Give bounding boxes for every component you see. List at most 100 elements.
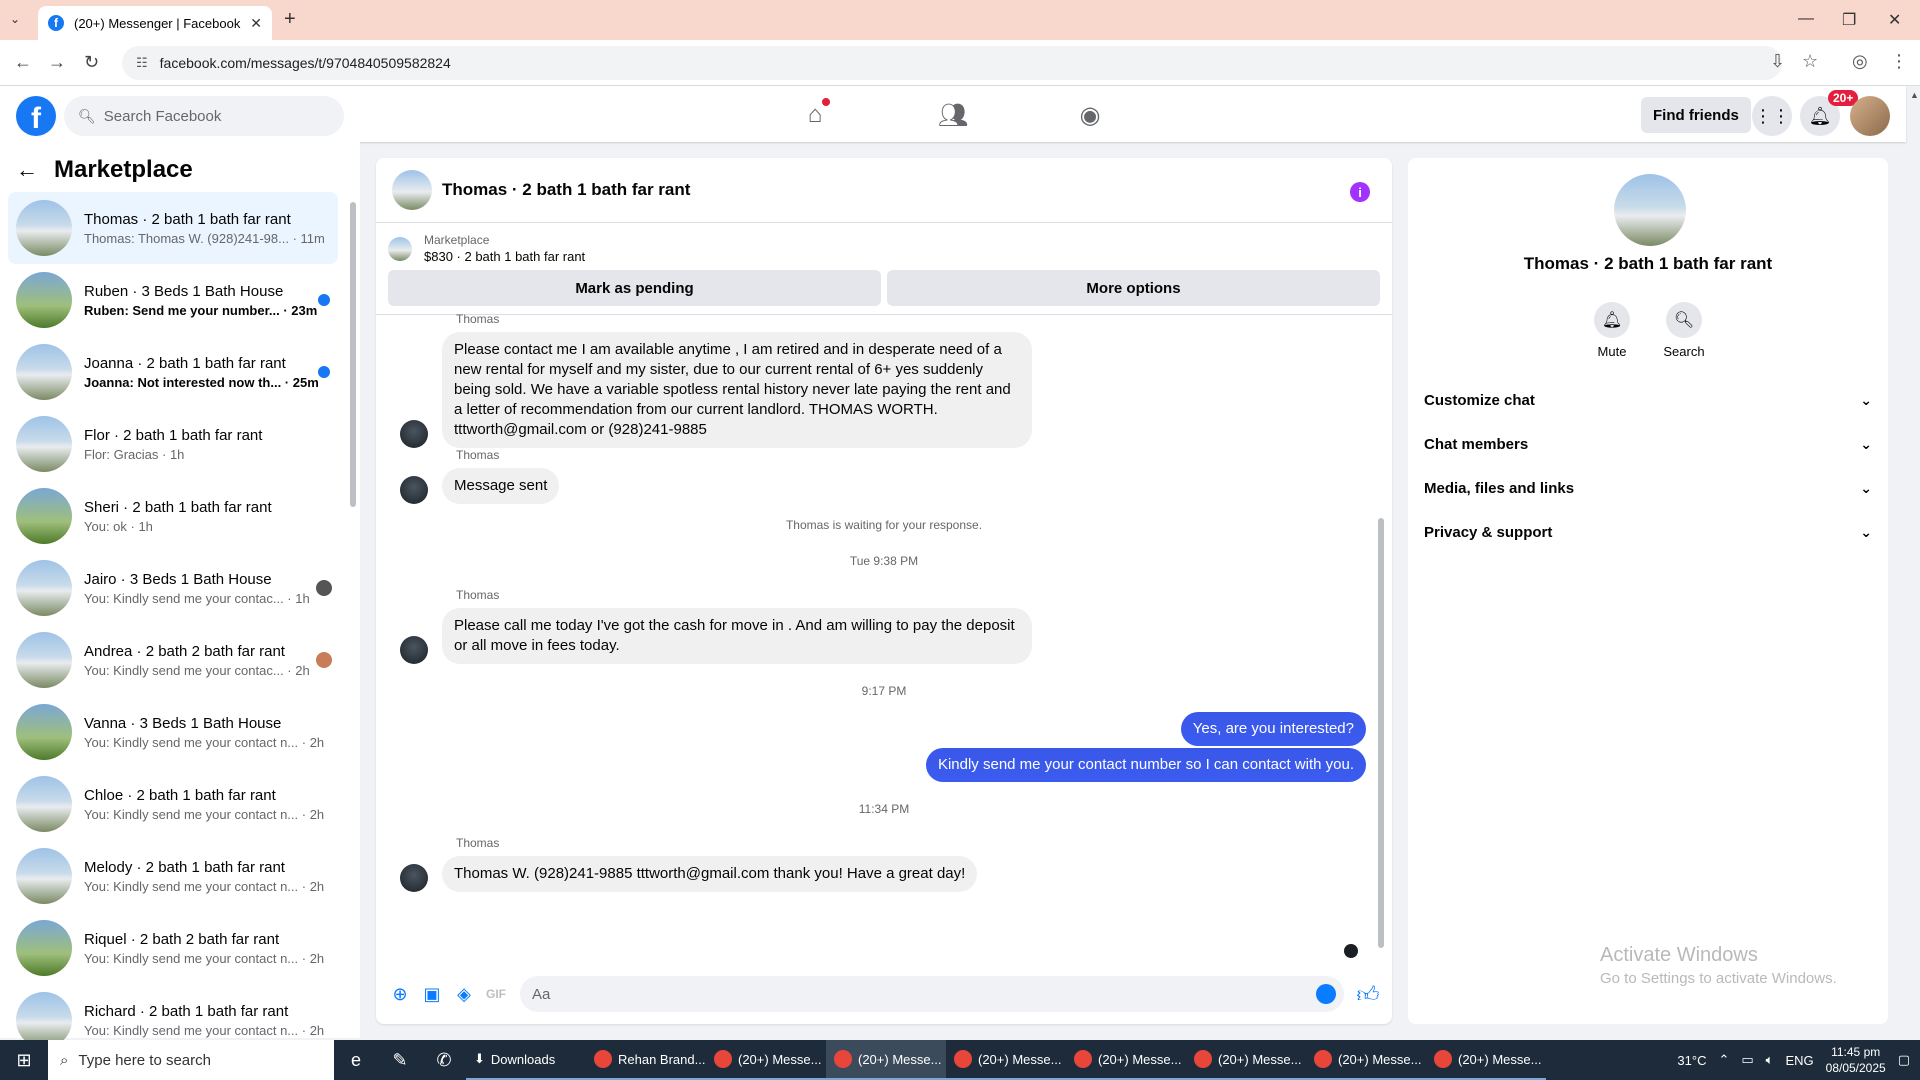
emoji-icon[interactable] (1316, 984, 1336, 1004)
taskbar-app[interactable]: (20+) Messe... (826, 1040, 946, 1080)
conversation-item[interactable]: Joanna · 2 bath 1 bath far rant Joanna: N… (8, 336, 338, 408)
incoming-message[interactable]: Thomas W. (928)241-9885 tttworth@gmail.c… (442, 856, 978, 892)
taskbar-app[interactable]: (20+) Messe... (1066, 1040, 1186, 1080)
back-icon[interactable]: ← (14, 52, 32, 73)
install-app-icon[interactable]: ⇩ (1770, 51, 1785, 72)
listing-thumbnail[interactable] (388, 236, 412, 261)
plus-icon[interactable]: ⊕ (384, 978, 416, 1010)
message-input[interactable]: Aa (520, 976, 1344, 1012)
close-window-button[interactable]: ✕ (1888, 10, 1901, 30)
search-conversation-button[interactable]: 🔍︎ Search (1654, 302, 1714, 359)
gif-icon[interactable]: GIF (480, 978, 512, 1010)
home-icon[interactable]: ⌂ (800, 98, 830, 130)
conversation-name: Sheri · 2 bath 1 bath far rant (84, 498, 272, 516)
network-icon[interactable]: ▭ (1741, 1052, 1753, 1068)
facebook-favicon-icon: f (48, 15, 64, 31)
conversation-item[interactable]: Andrea · 2 bath 2 bath far rant You: Kind… (8, 624, 338, 696)
mark-as-pending-button[interactable]: Mark as pending (388, 270, 881, 306)
volume-icon[interactable]: 🔈︎ (1766, 1052, 1774, 1068)
facebook-search-input[interactable]: 🔍︎ Search Facebook (64, 96, 344, 136)
conversation-name: Joanna · 2 bath 1 bath far rant (84, 354, 286, 372)
friends-icon[interactable]: 👥︎ (938, 100, 968, 130)
incoming-message[interactable]: Message sent (442, 468, 560, 504)
taskbar-app[interactable]: (20+) Messe... (1306, 1040, 1426, 1080)
conversation-item[interactable]: Chloe · 2 bath 1 bath far rant You: Kindl… (8, 768, 338, 840)
tab-search-dropdown-icon[interactable]: ⌄ (10, 12, 20, 26)
conversation-avatar (16, 704, 72, 760)
facebook-logo-icon[interactable]: f (16, 96, 56, 136)
chat-title[interactable]: Thomas · 2 bath 1 bath far rant (442, 180, 690, 200)
taskbar-app[interactable]: (20+) Messe... (946, 1040, 1066, 1080)
new-tab-button[interactable]: + (284, 8, 296, 31)
conversation-snippet: Ruben: Send me your number... · 23m (84, 302, 318, 318)
conversation-item[interactable]: Vanna · 3 Beds 1 Bath House You: Kindly s… (8, 696, 338, 768)
chat-scrollbar[interactable] (1378, 518, 1384, 948)
browser-menu-icon[interactable]: ⋮ (1890, 51, 1908, 72)
section-media-files-links[interactable]: Media, files and links ⌄ (1424, 466, 1872, 510)
section-privacy-support[interactable]: Privacy & support ⌄ (1424, 510, 1872, 554)
tab-close-icon[interactable]: ✕ (250, 15, 262, 32)
taskbar-app[interactable]: ⬇ Downloads (466, 1040, 586, 1080)
restore-button[interactable]: ❐ (1842, 10, 1856, 30)
outgoing-message[interactable]: Yes, are you interested? (1180, 712, 1366, 746)
taskbar-app[interactable]: (20+) Messe... (1186, 1040, 1306, 1080)
mute-button[interactable]: 🔔︎ Mute (1582, 302, 1642, 359)
forward-icon[interactable]: → (48, 52, 66, 73)
conversation-item[interactable]: Flor · 2 bath 1 bath far rant Flor: Graci… (8, 408, 338, 480)
chevron-up-icon[interactable]: ⌃ (1718, 1052, 1729, 1068)
chat-avatar[interactable] (392, 170, 432, 210)
conversation-item[interactable]: Melody · 2 bath 1 bath far rant You: Kind… (8, 840, 338, 912)
sender-avatar[interactable] (400, 636, 428, 664)
more-options-button[interactable]: More options (887, 270, 1380, 306)
site-info-icon[interactable]: ☷ (136, 55, 148, 71)
find-friends-button[interactable]: Find friends (1641, 97, 1751, 133)
conversation-info-icon[interactable]: i (1350, 182, 1370, 202)
sender-avatar[interactable] (400, 864, 428, 892)
conversation-avatar (16, 272, 72, 328)
url-text: facebook.com/messages/t/9704840509582824 (159, 55, 451, 71)
sidebar-scrollbar[interactable] (350, 202, 356, 507)
notifications-center-icon[interactable]: ▢ (1898, 1052, 1910, 1068)
bookmark-star-icon[interactable]: ☆ (1802, 51, 1818, 72)
minimize-button[interactable]: — (1798, 10, 1814, 28)
taskbar-search[interactable]: ⌕ Type here to search (48, 1040, 334, 1080)
groups-icon[interactable]: ◉ (1075, 100, 1105, 130)
browser-tab-messenger[interactable]: f (20+) Messenger | Facebook ✕ (38, 6, 272, 40)
marketplace-label: Marketplace (424, 233, 490, 247)
paint-icon[interactable]: ✎ (378, 1040, 422, 1080)
conversation-item[interactable]: Sheri · 2 bath 1 bath far rant You: ok · … (8, 480, 338, 552)
back-arrow-icon[interactable]: ← (16, 157, 38, 183)
profile-icon[interactable]: ◎ (1852, 51, 1868, 72)
photo-icon[interactable]: ▣ (416, 978, 448, 1010)
menu-grid-icon[interactable]: ⋮⋮ (1752, 96, 1792, 136)
conversation-item[interactable]: Jairo · 3 Beds 1 Bath House You: Kindly s… (8, 552, 338, 624)
incoming-message[interactable]: Please contact me I am available anytime… (442, 332, 1032, 448)
page-scroll-up-arrow[interactable]: ▲ (1910, 90, 1919, 100)
outgoing-message[interactable]: Kindly send me your contact number so I … (925, 748, 1366, 782)
incoming-message[interactable]: Please call me today I've got the cash f… (442, 608, 1032, 664)
language-indicator[interactable]: ENG (1785, 1053, 1813, 1068)
sender-name: Thomas (456, 448, 500, 462)
weather-temp[interactable]: 31°C (1677, 1053, 1706, 1068)
section-chat-members[interactable]: Chat members ⌄ (1424, 422, 1872, 466)
conversation-item[interactable]: Riquel · 2 bath 2 bath far rant You: Kind… (8, 912, 338, 984)
edge-icon[interactable]: e (334, 1040, 378, 1080)
sender-avatar[interactable] (400, 420, 428, 448)
clock[interactable]: 11:45 pm 08/05/2025 (1826, 1044, 1886, 1076)
taskbar-app[interactable]: (20+) Messe... (706, 1040, 826, 1080)
taskbar-app[interactable]: Rehan Brand... (586, 1040, 706, 1080)
account-avatar[interactable] (1850, 96, 1890, 136)
thumbs-up-icon[interactable]: 👍︎ (1352, 978, 1384, 1010)
taskbar-app[interactable]: (20+) Messe... (1426, 1040, 1546, 1080)
sticker-icon[interactable]: ◈ (448, 978, 480, 1010)
whatsapp-icon[interactable]: ✆ (422, 1040, 466, 1080)
listing-price-title[interactable]: $830 · 2 bath 1 bath far rant (424, 249, 585, 264)
conversation-item[interactable]: Thomas · 2 bath 1 bath far rant Thomas: T… (8, 192, 338, 264)
reload-icon[interactable]: ↻ (84, 52, 99, 73)
windows-start-icon[interactable]: ⊞ (0, 1040, 48, 1080)
conversation-item[interactable]: Ruben · 3 Beds 1 Bath House Ruben: Send m… (8, 264, 338, 336)
section-customize-chat[interactable]: Customize chat ⌄ (1424, 378, 1872, 422)
url-field[interactable]: ☷ facebook.com/messages/t/97048405095828… (122, 46, 1782, 80)
sender-avatar[interactable] (400, 476, 428, 504)
info-avatar[interactable] (1614, 174, 1686, 246)
